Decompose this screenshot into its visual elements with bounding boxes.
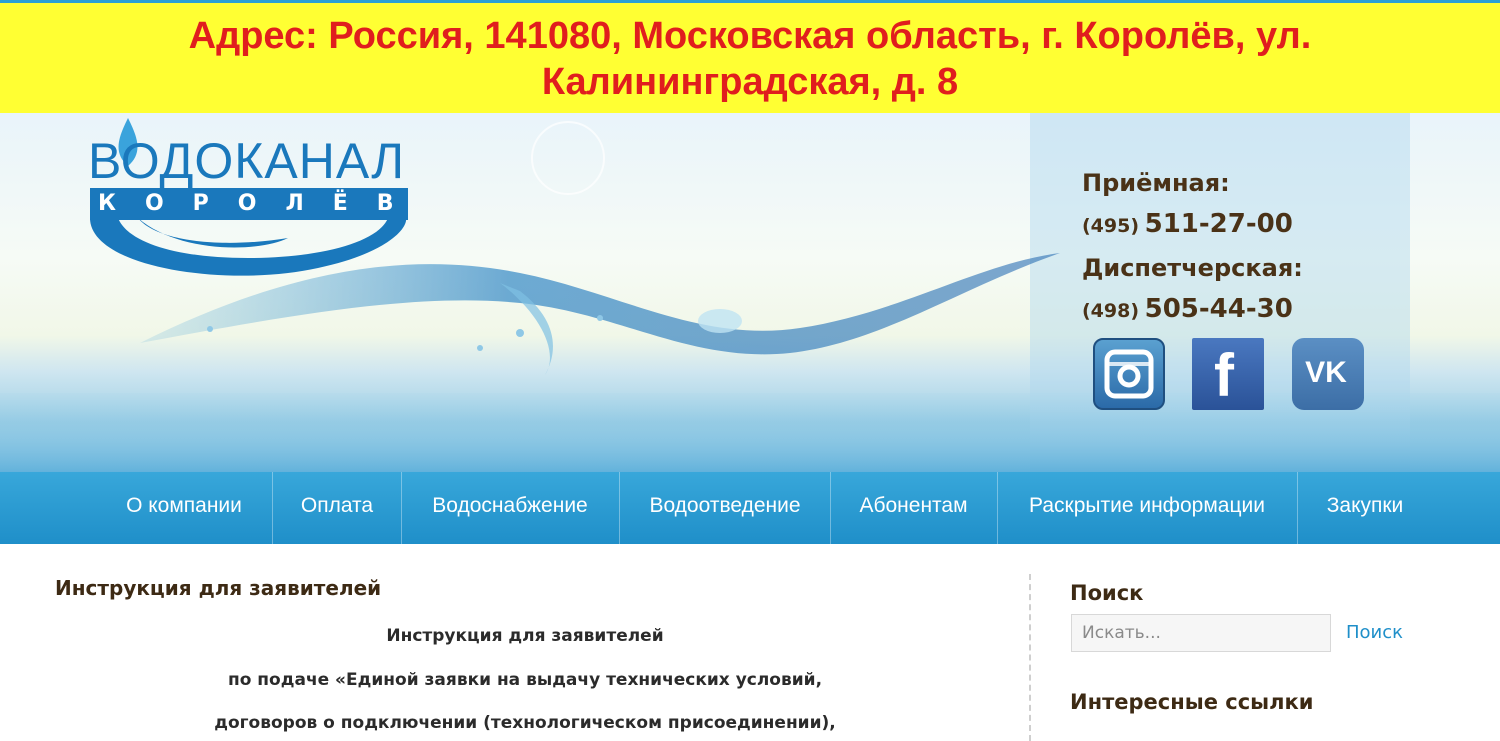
nav-separator [272, 472, 273, 544]
search-heading: Поиск [1070, 581, 1144, 605]
reception-number: 511-27-00 [1144, 209, 1293, 239]
nav-item-sewerage[interactable]: Водоотведение [621, 472, 829, 544]
vodokanal-logo[interactable]: ВОДОКАНАЛ КОРОЛЁВ [88, 118, 418, 283]
vk-icon[interactable]: VK [1292, 338, 1364, 410]
instagram-glyph-icon [1104, 349, 1154, 399]
logo-title: ВОДОКАНАЛ [88, 133, 406, 189]
page-title: Инструкция для заявителей [55, 576, 382, 600]
nav-separator [830, 472, 831, 544]
nav-item-disclosure[interactable]: Раскрытие информации [999, 472, 1295, 544]
search-input[interactable] [1071, 614, 1331, 652]
reception-label: Приёмная: [1082, 169, 1230, 197]
contact-phones: Приёмная: (495) 511-27-00 Диспетчерская:… [1082, 163, 1303, 333]
nav-item-procurement[interactable]: Закупки [1299, 472, 1431, 544]
nav-item-water-supply[interactable]: Водоснабжение [403, 472, 617, 544]
address-banner: Адрес: Россия, 141080, Московская област… [0, 0, 1500, 113]
nav-separator [619, 472, 620, 544]
sidebar-divider [1029, 574, 1031, 741]
dispatch-code: (498) [1082, 300, 1140, 322]
address-line-1: Адрес: Россия, 141080, Московская област… [188, 15, 1312, 57]
instagram-icon[interactable] [1093, 338, 1165, 410]
nav-separator [1297, 472, 1298, 544]
search-button[interactable]: Поиск [1346, 622, 1403, 643]
doc-line-2: по подаче «Единой заявки на выдачу техни… [227, 670, 823, 690]
vk-glyph: VK [1305, 356, 1347, 389]
header-hero: ВОДОКАНАЛ КОРОЛЁВ Приёмная: (495) 511-27… [0, 113, 1500, 472]
address-line-2: Калининградская, д. 8 [541, 61, 959, 103]
facebook-icon[interactable]: f [1192, 338, 1264, 410]
reception-code: (495) [1082, 215, 1140, 237]
dispatch-label: Диспетчерская: [1082, 254, 1303, 282]
links-heading: Интересные ссылки [1070, 690, 1314, 714]
reception-phone[interactable]: (495) 511-27-00 [1082, 203, 1303, 248]
dispatch-number: 505-44-30 [1144, 294, 1293, 324]
nav-separator [401, 472, 402, 544]
nav-item-about[interactable]: О компании [98, 472, 270, 544]
doc-line-3: договоров о подключении (технологическом… [214, 713, 836, 733]
main-nav: О компании Оплата Водоснабжение Водоотве… [0, 472, 1500, 544]
nav-separator [997, 472, 998, 544]
nav-item-subscribers[interactable]: Абонентам [832, 472, 995, 544]
doc-line-1: Инструкция для заявителей [386, 626, 664, 646]
nav-item-payment[interactable]: Оплата [274, 472, 400, 544]
logo-subtitle: КОРОЛЁВ [98, 191, 423, 216]
facebook-glyph: f [1214, 342, 1234, 409]
dispatch-phone[interactable]: (498) 505-44-30 [1082, 288, 1303, 333]
